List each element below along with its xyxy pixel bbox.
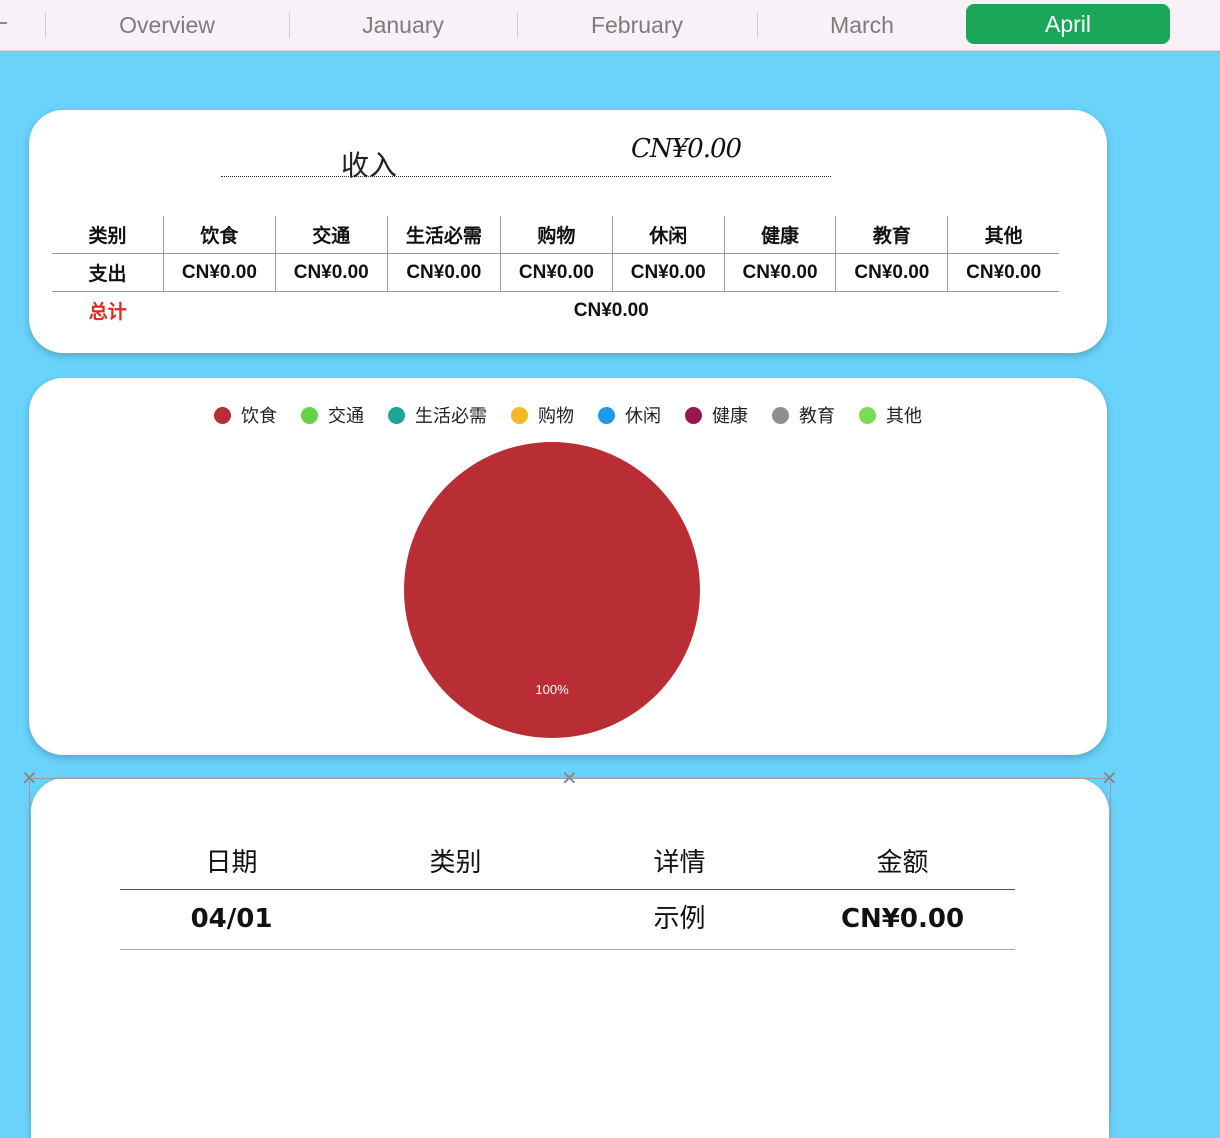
expense-value-cell: CN¥0.00	[163, 253, 276, 292]
record-date[interactable]: 04/01	[120, 890, 343, 948]
income-underline	[221, 176, 831, 177]
tab-separator	[517, 12, 518, 38]
pie-slice-label: 100%	[535, 682, 569, 697]
resize-handle-top-left[interactable]: ✕	[21, 768, 38, 788]
record-amount[interactable]: CN¥0.00	[791, 890, 1014, 948]
header-cell: 生活必需	[386, 216, 501, 254]
expense-row: 支出 CN¥0.00 CN¥0.00 CN¥0.00 CN¥0.00 CN¥0.…	[52, 253, 1059, 292]
table-row[interactable]: 04/01 示例 CN¥0.00	[120, 890, 1015, 950]
total-row: 总计 CN¥0.00	[52, 292, 1059, 330]
tab-march[interactable]: March	[762, 0, 962, 50]
tab-february[interactable]: February	[522, 0, 752, 50]
resize-handle-top-center[interactable]: ✕	[561, 768, 578, 788]
total-label: 总计	[88, 302, 127, 323]
header-cell: 类别	[52, 216, 164, 254]
header-cell: 其他	[947, 216, 1059, 254]
resize-handle-top-right[interactable]: ✕	[1101, 768, 1118, 788]
tab-april[interactable]: April	[966, 4, 1170, 44]
selection-frame-left	[29, 779, 30, 1114]
record-detail[interactable]: 示例	[568, 890, 791, 948]
selection-frame-right	[1110, 779, 1111, 1114]
expense-summary-table: 类别 饮食 交通 生活必需 购物 休闲 健康 教育 其他 支出 CN¥0.00 …	[52, 216, 1059, 329]
expense-pie-chart: 100%	[404, 442, 700, 738]
expense-value-cell: CN¥0.00	[499, 253, 613, 292]
expense-value-cell: CN¥0.00	[723, 253, 836, 292]
income-label: 收入	[341, 149, 398, 182]
tab-bar-overflow-indicator	[0, 22, 7, 24]
total-value: CN¥0.00	[573, 299, 649, 321]
expense-header-row: 类别 饮食 交通 生活必需 购物 休闲 健康 教育 其他	[52, 216, 1059, 254]
header-cell: 健康	[723, 216, 836, 254]
income-value[interactable]: CN¥0.00	[631, 134, 742, 164]
records-header-detail: 详情	[653, 848, 706, 878]
tab-separator	[289, 12, 290, 38]
tab-january[interactable]: January	[294, 0, 512, 50]
tab-separator	[45, 12, 46, 38]
expense-value-cell: CN¥0.00	[835, 253, 948, 292]
expense-value-cell: CN¥0.00	[386, 253, 501, 292]
tab-overview[interactable]: Overview	[50, 0, 284, 50]
records-header-category: 类别	[429, 848, 482, 878]
expense-value-cell: CN¥0.00	[611, 253, 725, 292]
header-cell: 购物	[499, 216, 613, 254]
records-header-amount: 金额	[876, 848, 929, 878]
records-header-date: 日期	[205, 848, 258, 878]
expense-chart-card: 饮食 交通 生活必需 购物 休闲 健康 教育 其他 100%	[29, 378, 1107, 755]
records-header-row: 日期 类别 详情 金额	[120, 840, 1015, 890]
header-cell: 休闲	[611, 216, 725, 254]
records-card: 日期 类别 详情 金额 04/01 示例 CN¥0.00	[31, 778, 1109, 1138]
tab-separator	[757, 12, 758, 38]
summary-card: 收入 CN¥0.00 类别 饮食 交通 生活必需 购物 休闲 健康 教育 其他 …	[29, 110, 1107, 353]
expense-value-cell: CN¥0.00	[274, 253, 388, 292]
header-cell: 饮食	[163, 216, 276, 254]
expense-row-label: 支出	[52, 253, 164, 292]
header-cell: 教育	[835, 216, 948, 254]
header-cell: 交通	[274, 216, 388, 254]
month-tab-bar: Overview January February March April	[0, 0, 1220, 51]
expense-value-cell: CN¥0.00	[947, 253, 1059, 292]
